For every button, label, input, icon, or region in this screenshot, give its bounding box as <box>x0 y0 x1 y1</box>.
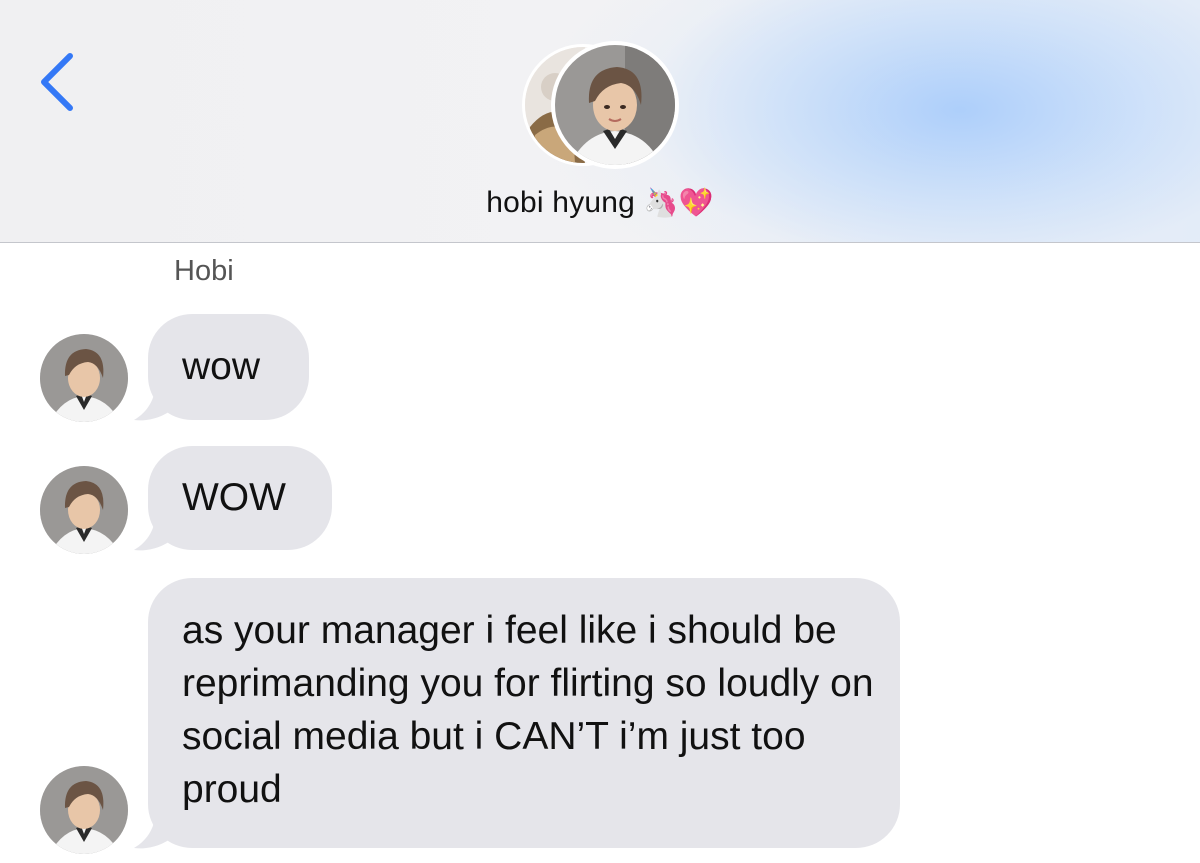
sender-avatar[interactable] <box>40 466 128 554</box>
message-text: wow <box>182 345 261 388</box>
conversation-header: hobi hyung 🦄💖 <box>0 0 1200 243</box>
contact-avatar <box>555 45 675 165</box>
message-bubble[interactable]: WOW <box>148 446 332 550</box>
sender-avatar[interactable] <box>40 334 128 422</box>
sender-name-label: Hobi <box>174 255 234 287</box>
message-bubble[interactable]: as your manager i feel like i should be … <box>148 578 900 848</box>
sparkling-heart-emoji: 💖 <box>678 186 714 219</box>
contact-name[interactable]: hobi hyung 🦄💖 <box>0 186 1200 220</box>
contact-name-text: hobi hyung <box>486 186 636 219</box>
sender-avatar[interactable] <box>40 766 128 854</box>
unicorn-emoji: 🦄 <box>643 186 679 219</box>
message-bubble[interactable]: wow <box>148 314 309 420</box>
message-text: as your manager i feel like i should be … <box>182 609 874 811</box>
message-text: WOW <box>182 476 286 519</box>
chevron-left-icon <box>41 53 73 111</box>
contact-avatar-group[interactable] <box>525 45 677 167</box>
back-button[interactable] <box>30 50 86 114</box>
